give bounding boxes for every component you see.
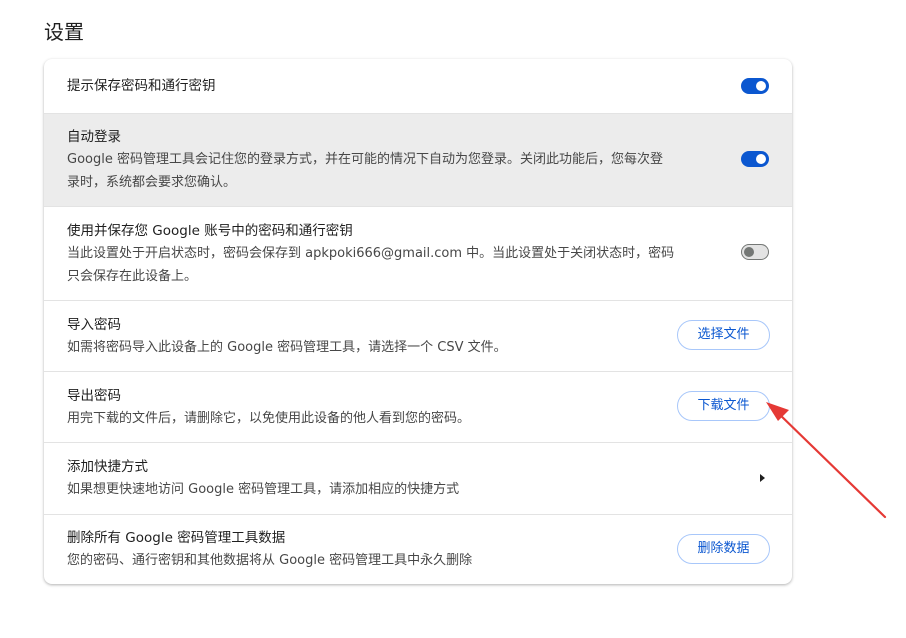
setting-add-shortcut-title: 添加快捷方式 [67, 459, 148, 475]
setting-import-title: 导入密码 [67, 317, 121, 333]
setting-account-storage-desc-line2: 只会保存在此设备上。 [67, 269, 198, 284]
setting-auto-signin-desc-line1: Google 密码管理工具会记住您的登录方式，并在可能的情况下自动为您登录。关闭… [67, 152, 663, 167]
chevron-right-icon[interactable] [760, 474, 765, 482]
setting-auto-signin-desc-line2: 录时，系统都会要求您确认。 [67, 175, 237, 190]
setting-import: 导入密码 如需将密码导入此设备上的 Google 密码管理工具，请选择一个 CS… [44, 300, 792, 371]
toggle-knob [744, 246, 754, 257]
page-title: 设置 [44, 20, 84, 44]
setting-offer-save[interactable]: 提示保存密码和通行密钥 [44, 59, 792, 113]
settings-page: 设置 提示保存密码和通行密钥 自动登录 Google 密码管理工具会记住您的登录… [0, 0, 906, 638]
download-file-button[interactable]: 下载文件 [677, 391, 770, 421]
setting-export: 导出密码 用完下载的文件后，请删除它，以免使用此设备的他人看到您的密码。 下载文… [44, 371, 792, 442]
setting-delete-all-desc: 您的密码、通行密钥和其他数据将从 Google 密码管理工具中永久删除 [67, 553, 473, 568]
toggle-knob [756, 154, 766, 164]
setting-account-storage[interactable]: 使用并保存您 Google 账号中的密码和通行密钥 当此设置处于开启状态时，密码… [44, 206, 792, 300]
setting-import-desc: 如需将密码导入此设备上的 Google 密码管理工具，请选择一个 CSV 文件。 [67, 340, 507, 355]
settings-card: 提示保存密码和通行密钥 自动登录 Google 密码管理工具会记住您的登录方式，… [44, 59, 792, 584]
setting-auto-signin-title: 自动登录 [67, 129, 121, 145]
account-storage-toggle[interactable] [741, 244, 769, 260]
delete-data-button[interactable]: 删除数据 [677, 534, 770, 564]
setting-offer-save-title: 提示保存密码和通行密钥 [67, 78, 216, 94]
auto-signin-toggle[interactable] [741, 151, 769, 167]
setting-add-shortcut-desc: 如果想更快速地访问 Google 密码管理工具，请添加相应的快捷方式 [67, 482, 460, 497]
setting-auto-signin[interactable]: 自动登录 Google 密码管理工具会记住您的登录方式，并在可能的情况下自动为您… [44, 113, 792, 206]
setting-export-title: 导出密码 [67, 388, 121, 404]
setting-add-shortcut[interactable]: 添加快捷方式 如果想更快速地访问 Google 密码管理工具，请添加相应的快捷方… [44, 442, 792, 514]
offer-save-toggle[interactable] [741, 78, 769, 94]
setting-account-storage-title: 使用并保存您 Google 账号中的密码和通行密钥 [67, 223, 353, 239]
setting-delete-all: 删除所有 Google 密码管理工具数据 您的密码、通行密钥和其他数据将从 Go… [44, 514, 792, 584]
setting-delete-all-title: 删除所有 Google 密码管理工具数据 [67, 530, 286, 546]
setting-export-desc: 用完下载的文件后，请删除它，以免使用此设备的他人看到您的密码。 [67, 411, 471, 426]
setting-account-storage-desc-line1: 当此设置处于开启状态时，密码会保存到 apkpoki666@gmail.com … [67, 246, 675, 261]
toggle-knob [756, 81, 766, 91]
choose-file-button[interactable]: 选择文件 [677, 320, 770, 350]
